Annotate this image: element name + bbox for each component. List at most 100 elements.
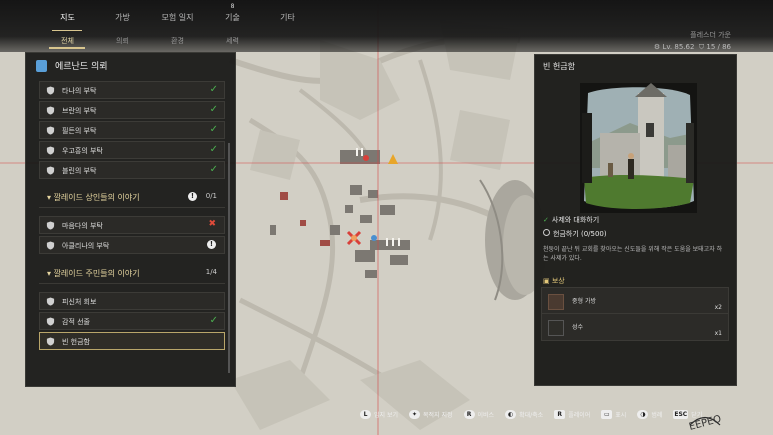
- skills-badge: 8: [230, 3, 235, 10]
- bag-icon: [548, 294, 564, 310]
- check-icon: ✓: [209, 164, 218, 175]
- tab-skills[interactable]: 8 기술: [205, 3, 260, 26]
- reward-qty: x1: [714, 330, 722, 337]
- quest-group-count: 0/1: [205, 192, 217, 200]
- quest-group-label: ▾ 깔레이드 주민들의 이야기: [47, 269, 140, 278]
- shield-count: 15 / 86: [706, 43, 731, 51]
- player-level: Lv. 85.62: [662, 43, 695, 51]
- reward-name: 중형 가방: [572, 298, 596, 305]
- hint-ibis[interactable]: R 이비스: [463, 409, 494, 419]
- shield-count-icon: ⛉: [698, 43, 705, 51]
- pin-icon: ✦: [409, 409, 420, 419]
- quest-group-label: ▾ 깔레이드 상인들의 이야기: [47, 193, 140, 202]
- quest-item-label: 아클리나의 부탁: [62, 242, 110, 250]
- shield-icon: [46, 317, 55, 326]
- subtab-requests[interactable]: 의뢰: [95, 36, 150, 46]
- quest-illustration: [580, 83, 697, 213]
- quest-detail-panel: 빈 헌금함 ✓ 사제와 대화하기 헌금하기 (0/500) 천둥이 끝난 뒤 교회…: [534, 54, 737, 386]
- subtab-all[interactable]: 전체: [40, 36, 95, 46]
- tab-adventure-log[interactable]: 모험 일지: [150, 12, 205, 26]
- quest-list-panel: 에르난드 의뢰 타나의 부탁 ✓ 브란의 부탁 ✓ 필든의 부탁 ✓ 우고흥의 …: [25, 52, 236, 387]
- quest-item[interactable]: 브란의 부탁 ✓: [39, 101, 225, 119]
- shield-icon: [46, 337, 55, 346]
- quest-detail-title: 빈 헌금함: [543, 62, 575, 71]
- tab-map[interactable]: 지도: [40, 12, 95, 26]
- reward-item[interactable]: 중형 가방 x2: [541, 287, 729, 315]
- reward-item[interactable]: 성수 x1: [541, 313, 729, 341]
- active-subtab-indicator: [49, 47, 85, 49]
- quest-item-label: 타나의 부탁: [62, 87, 97, 95]
- quest-item-selected[interactable]: 빈 헌금함: [39, 332, 225, 350]
- shield-icon: [46, 297, 55, 306]
- quest-list-scrollbar[interactable]: [228, 143, 230, 373]
- quest-item[interactable]: 필든의 부탁 ✓: [39, 121, 225, 139]
- shield-icon: [46, 241, 55, 250]
- quest-description: 천둥이 끝난 뒤 교회를 찾아오는 신도들을 위해 작은 도움을 보태고자 하는…: [543, 246, 723, 262]
- quest-item-label: 필든의 부탁: [62, 127, 97, 135]
- quest-item[interactable]: 우고흥의 부탁 ✓: [39, 141, 225, 159]
- hint-markers[interactable]: ▭ 표시: [601, 409, 626, 419]
- quest-list-header: 에르난드 의뢰: [36, 59, 108, 72]
- alert-icon: !: [207, 240, 216, 249]
- r-key-icon: R: [554, 409, 566, 419]
- bumper-icon: R: [463, 409, 475, 419]
- active-tab-indicator: [52, 30, 82, 31]
- check-icon: ✓: [209, 124, 218, 135]
- quest-item-label: 마음다의 부탁: [62, 222, 103, 230]
- shield-icon: [46, 166, 55, 175]
- reward-name: 성수: [572, 324, 584, 331]
- shield-icon: [46, 106, 55, 115]
- hint-close[interactable]: ESC 닫기: [673, 409, 702, 419]
- check-icon: ✓: [209, 104, 218, 115]
- objective-circle-icon: [543, 229, 550, 236]
- hint-player[interactable]: R 플레이어: [554, 409, 590, 419]
- alert-icon: !: [188, 192, 197, 201]
- tab-bag[interactable]: 가방: [95, 12, 150, 26]
- objective-talk: ✓ 사제와 대화하기: [543, 216, 600, 224]
- tab-other[interactable]: 기타: [260, 12, 315, 26]
- stick-click-icon: ◑: [637, 409, 649, 419]
- player-info: 플레스더 가운 ⚙ Lv. 85.62 ⛉ 15 / 86: [654, 30, 731, 52]
- quest-item[interactable]: 마음다의 부탁 ✖: [39, 216, 225, 234]
- holy-water-icon: [548, 320, 564, 336]
- subtab-environment[interactable]: 환경: [150, 36, 205, 46]
- check-icon: ✓: [209, 315, 218, 326]
- top-navigation-bar: 지도 가방 모험 일지 8 기술 기타 전체 의뢰 환경 세력 플레스더 가운 ⚙…: [0, 0, 773, 52]
- quest-tag-icon: [36, 59, 47, 72]
- view-button-icon: ▭: [601, 409, 613, 419]
- main-tabs: 지도 가방 모험 일지 8 기술 기타: [40, 3, 380, 26]
- reward-qty: x2: [714, 304, 722, 311]
- esc-key-icon: ESC: [673, 409, 689, 419]
- quest-item-label: 빈 헌금함: [62, 338, 90, 346]
- check-icon: ✓: [209, 84, 218, 95]
- quest-item[interactable]: 타나의 부탁 ✓: [39, 81, 225, 99]
- control-hints-bar: L 임지 보기 ✦ 목적지 지정 R 이비스 ◐ 확대/축소 R 플레이어 ▭ 표시 ◑ 범례…: [360, 404, 773, 424]
- quest-item[interactable]: 감적 선줄 ✓: [39, 312, 225, 330]
- chest-icon: ▣: [543, 277, 552, 285]
- player-title: 플레스더 가운: [690, 31, 731, 39]
- check-icon: ✓: [543, 216, 549, 224]
- quest-group-residents[interactable]: ▾ 깔레이드 주민들의 이야기 1/4: [39, 263, 225, 284]
- hint-set-destination[interactable]: ✦ 목적지 지정: [409, 409, 453, 419]
- trigger-icon: ◐: [505, 409, 517, 419]
- hint-legend[interactable]: ◑ 범례: [637, 409, 662, 419]
- quest-group-merchants[interactable]: ▾ 깔레이드 상인들의 이야기 ! 0/1: [39, 187, 225, 208]
- quest-item-label: 브란의 부탁: [62, 107, 97, 115]
- quest-item[interactable]: 피신처 회보: [39, 292, 225, 310]
- quest-item[interactable]: 블린의 부탁 ✓: [39, 161, 225, 179]
- check-icon: ✓: [209, 144, 218, 155]
- shield-icon: [46, 146, 55, 155]
- shield-icon: [46, 86, 55, 95]
- quest-item-label: 감적 선줄: [62, 318, 90, 326]
- sub-tabs: 전체 의뢰 환경 세력: [40, 36, 260, 46]
- hint-view-location[interactable]: L 임지 보기: [360, 409, 398, 419]
- stick-icon: L: [360, 409, 371, 419]
- hint-zoom[interactable]: ◐ 확대/축소: [505, 409, 543, 419]
- shield-icon: [46, 126, 55, 135]
- subtab-factions[interactable]: 세력: [205, 36, 260, 46]
- quest-item[interactable]: 아클리나의 부탁 !: [39, 236, 225, 254]
- quest-item-label: 피신처 회보: [62, 298, 97, 306]
- rewards-header: ▣ 보상: [543, 277, 565, 285]
- level-icon: ⚙: [653, 43, 661, 51]
- failed-icon: ✖: [208, 219, 216, 229]
